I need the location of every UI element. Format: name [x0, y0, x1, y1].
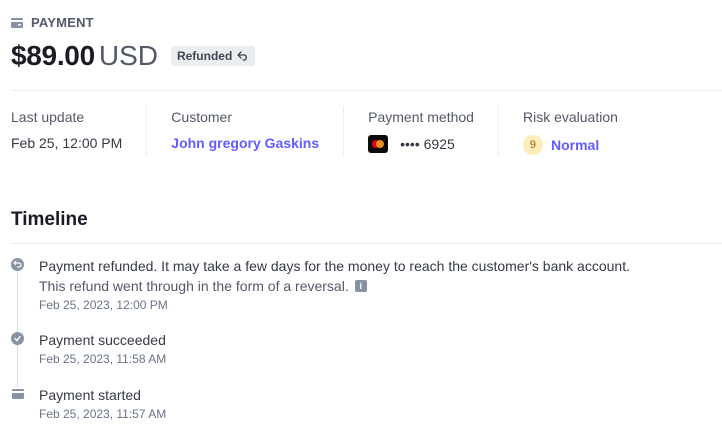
customer-link[interactable]: John gregory Gaskins	[171, 135, 319, 151]
last-update-column: Last update Feb 25, 12:00 PM	[11, 106, 148, 156]
payment-method-column: Payment method •••• 6925	[368, 106, 499, 156]
last-update-text: Feb 25, 12:00 PM	[11, 135, 123, 151]
customer-label: Customer	[171, 109, 232, 125]
timeline-event-text: Payment succeeded	[39, 332, 166, 348]
info-icon[interactable]: i	[354, 280, 367, 292]
timeline-event-subtext-label: This refund went through in the form of …	[39, 278, 349, 294]
timeline-title: Timeline	[11, 209, 88, 230]
check-icon	[11, 332, 24, 345]
payment-icon	[11, 387, 24, 400]
timeline-event-subtext: This refund went through in the form of …	[39, 276, 630, 296]
amount-row: $89.00 USD Refunded	[11, 40, 256, 72]
refund-icon	[11, 258, 24, 271]
risk-column: Risk evaluation 9 Normal	[522, 106, 642, 156]
timeline-event-time: Feb 25, 2023, 12:00 PM	[39, 298, 168, 312]
status-badge-label: Refunded	[176, 49, 233, 63]
status-badge: Refunded	[170, 46, 256, 66]
payment-header: PAYMENT	[11, 15, 94, 30]
timeline-event-started: Payment started Feb 25, 2023, 11:57 AM	[11, 385, 166, 421]
risk-value: 9 Normal	[522, 135, 618, 155]
header-divider	[11, 90, 722, 91]
risk-label: Risk evaluation	[522, 109, 618, 125]
risk-level-link[interactable]: Normal	[551, 137, 599, 153]
refund-arrow-icon	[237, 51, 248, 61]
timeline-event-text: Payment refunded. It may take a few days…	[39, 258, 630, 274]
timeline-event-time: Feb 25, 2023, 11:57 AM	[39, 407, 167, 421]
payment-amount: $89.00	[11, 40, 95, 71]
timeline-event-text: Payment started	[39, 387, 141, 403]
customer-value: John gregory Gaskins	[171, 135, 319, 151]
mastercard-icon	[368, 135, 389, 153]
payment-method-label: Payment method	[368, 109, 474, 125]
card-last4: •••• 6925	[400, 136, 455, 152]
payment-method-value: •••• 6925	[368, 135, 474, 153]
risk-score-badge: 9	[522, 135, 543, 155]
timeline-divider	[11, 243, 722, 244]
last-update-label: Last update	[11, 109, 85, 125]
payment-icon	[11, 18, 23, 28]
timeline-event-succeeded: Payment succeeded Feb 25, 2023, 11:58 AM	[11, 330, 166, 366]
timeline-event-time: Feb 25, 2023, 11:58 AM	[39, 352, 167, 366]
payment-label: PAYMENT	[31, 15, 94, 30]
timeline-event-refunded: Payment refunded. It may take a few days…	[11, 256, 630, 312]
customer-column: Customer John gregory Gaskins	[171, 106, 345, 156]
payment-currency: USD	[98, 40, 158, 71]
last-update-value: Feb 25, 12:00 PM	[11, 135, 122, 151]
payment-summary: Last update Feb 25, 12:00 PM Customer Jo…	[11, 106, 666, 156]
